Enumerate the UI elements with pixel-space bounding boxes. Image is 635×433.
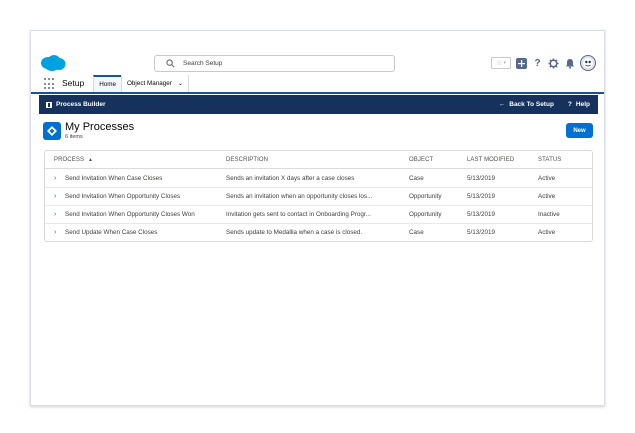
back-to-setup-link[interactable]: ← Back To Setup bbox=[499, 101, 554, 108]
arrow-left-icon: ← bbox=[498, 101, 506, 108]
tab-object-manager[interactable]: Object Manager ⌄ bbox=[121, 75, 189, 92]
global-header: Search Setup ☆ ▾ ? bbox=[31, 31, 604, 75]
banner-title: Process Builder bbox=[56, 101, 106, 108]
table-row[interactable]: › Send Invitation When Case Closes Sends … bbox=[45, 170, 592, 188]
user-avatar[interactable] bbox=[580, 55, 596, 71]
app-name: Setup bbox=[62, 78, 85, 88]
processes-table: PROCESS ▲ DESCRIPTION OBJECT LAST MODIFIE… bbox=[44, 150, 593, 242]
help-icon: ? bbox=[567, 101, 572, 108]
last-modified-cell: 5/13/2019 bbox=[467, 211, 496, 218]
process-name: Send Update When Case Closes bbox=[65, 229, 158, 236]
process-cell[interactable]: › Send Invitation When Opportunity Closes… bbox=[54, 206, 219, 224]
process-name: Send Invitation When Case Closes bbox=[65, 175, 163, 182]
search-icon bbox=[166, 59, 175, 68]
column-header-object: OBJECT bbox=[409, 157, 434, 163]
process-name: Send Invitation When Opportunity Closes bbox=[65, 193, 181, 200]
status-cell: Inactive bbox=[538, 211, 560, 218]
description-cell: Sends update to Medallia when a case is … bbox=[226, 229, 363, 236]
process-name: Send Invitation When Opportunity Closes … bbox=[65, 211, 195, 218]
tab-object-manager-label: Object Manager bbox=[127, 80, 172, 87]
salesforce-logo[interactable] bbox=[40, 54, 66, 72]
chevron-right-icon[interactable]: › bbox=[54, 206, 62, 224]
description-cell: Sends an invitation X days after a case … bbox=[226, 175, 355, 182]
chevron-right-icon[interactable]: › bbox=[54, 224, 62, 242]
table-row[interactable]: › Send Invitation When Opportunity Closes… bbox=[45, 188, 592, 206]
table-row[interactable]: › Send Invitation When Opportunity Closes… bbox=[45, 206, 592, 224]
page-title: My Processes bbox=[65, 121, 135, 133]
column-header-status: STATUS bbox=[538, 157, 562, 163]
column-header-process-label: PROCESS bbox=[54, 157, 85, 163]
column-header-description: DESCRIPTION bbox=[226, 157, 269, 163]
tab-home[interactable]: Home bbox=[93, 75, 122, 92]
process-cell[interactable]: › Send Update When Case Closes bbox=[54, 224, 219, 242]
object-cell: Opportunity bbox=[409, 193, 442, 200]
back-to-setup-label: Back To Setup bbox=[509, 101, 554, 108]
table-row[interactable]: › Send Update When Case Closes Sends upda… bbox=[45, 224, 592, 242]
process-cell[interactable]: › Send Invitation When Case Closes bbox=[54, 170, 219, 188]
process-icon bbox=[43, 122, 61, 140]
favorites-star-icon[interactable]: ☆ ▾ bbox=[491, 57, 511, 69]
status-cell: Active bbox=[538, 193, 556, 200]
column-header-process[interactable]: PROCESS ▲ bbox=[54, 151, 219, 169]
last-modified-cell: 5/13/2019 bbox=[467, 229, 496, 236]
navigation-bar: Setup Home Object Manager ⌄ bbox=[31, 75, 604, 94]
last-modified-cell: 5/13/2019 bbox=[467, 193, 496, 200]
status-cell: Active bbox=[538, 229, 556, 236]
item-count: 6 items bbox=[65, 134, 83, 140]
help-link[interactable]: ? Help bbox=[568, 101, 590, 108]
help-label: Help bbox=[575, 101, 590, 108]
notifications-bell-icon[interactable] bbox=[564, 58, 575, 69]
object-cell: Opportunity bbox=[409, 211, 442, 218]
description-cell: Sends an invitation when an opportunity … bbox=[226, 193, 373, 200]
status-cell: Active bbox=[538, 175, 556, 182]
column-header-last-modified: LAST MODIFIED bbox=[467, 157, 515, 163]
process-builder-banner: Process Builder ← Back To Setup ? Help bbox=[39, 95, 598, 114]
chevron-right-icon[interactable]: › bbox=[54, 188, 62, 206]
header-actions: ☆ ▾ ? bbox=[491, 54, 596, 72]
chevron-down-icon[interactable]: ⌄ bbox=[178, 76, 183, 93]
process-builder-icon bbox=[46, 101, 52, 108]
search-placeholder: Search Setup bbox=[183, 60, 223, 67]
object-cell: Case bbox=[409, 175, 424, 182]
setup-gear-icon[interactable] bbox=[548, 57, 559, 69]
process-cell[interactable]: › Send Invitation When Opportunity Closes bbox=[54, 188, 219, 206]
search-input[interactable]: Search Setup bbox=[154, 55, 395, 72]
global-actions-plus-icon[interactable] bbox=[516, 57, 527, 69]
sort-ascending-icon: ▲ bbox=[88, 157, 94, 163]
description-cell: Invitation gets sent to contact in Onboa… bbox=[226, 211, 371, 218]
object-cell: Case bbox=[409, 229, 424, 236]
new-button[interactable]: New bbox=[566, 123, 593, 138]
app-window: Search Setup ☆ ▾ ? Setup Home Object Mana… bbox=[30, 30, 605, 406]
chevron-right-icon[interactable]: › bbox=[54, 170, 62, 188]
last-modified-cell: 5/13/2019 bbox=[467, 175, 496, 182]
help-icon[interactable]: ? bbox=[532, 58, 543, 69]
tab-home-label: Home bbox=[99, 81, 117, 88]
app-launcher-icon[interactable] bbox=[44, 78, 56, 90]
table-header: PROCESS ▲ DESCRIPTION OBJECT LAST MODIFIE… bbox=[45, 151, 592, 169]
